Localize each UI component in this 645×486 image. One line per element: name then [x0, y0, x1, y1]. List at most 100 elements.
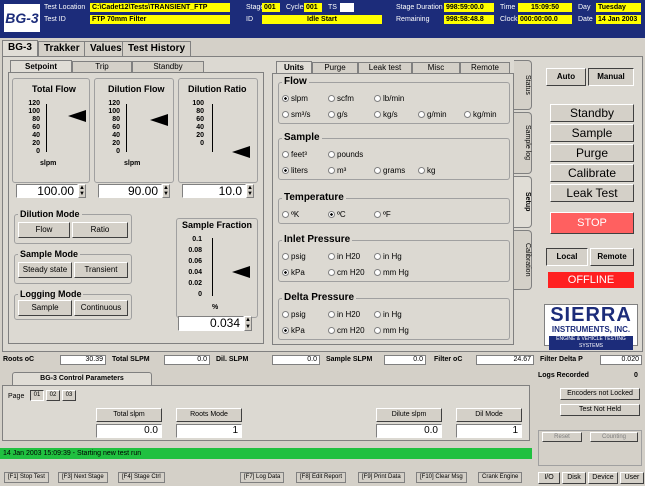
time-value: 15:09:50	[518, 3, 572, 12]
dilution-mode-flow-button[interactable]: Flow	[18, 222, 70, 238]
page-01-button[interactable]: 01	[30, 390, 44, 401]
sample-mode-transient-button[interactable]: Transient	[74, 262, 128, 278]
radio-delta-mmhg[interactable]: mm Hg	[374, 326, 409, 335]
status-message-bar: 14 Jan 2003 15:09:39 - Starting new test…	[0, 448, 532, 459]
counting-button[interactable]: Counting	[590, 432, 638, 442]
device-button[interactable]: Device	[588, 472, 618, 484]
page-03-button[interactable]: 03	[62, 390, 76, 401]
radio-delta-cmh2o[interactable]: cm H20	[328, 326, 365, 335]
sample-mode-steady-button[interactable]: Steady state	[18, 262, 72, 278]
sample-fraction-pointer[interactable]	[232, 266, 250, 278]
auto-button[interactable]: Auto	[546, 68, 586, 86]
tab-bg3[interactable]: BG-3	[2, 40, 38, 56]
sample-button[interactable]: Sample	[550, 124, 634, 142]
fkey-clear-msg[interactable]: [F10] Clear Msg	[416, 472, 467, 483]
roots-mode-param-value[interactable]: 1	[176, 424, 242, 438]
dilution-flow-spinner[interactable]: ▲ ▼	[162, 184, 170, 198]
radio-flow-sm3s[interactable]: sm³/s	[282, 110, 311, 119]
fkey-stage-ctrl[interactable]: [F4] Stage Ctrl	[118, 472, 165, 483]
encoders-button[interactable]: Encoders not Locked	[560, 388, 640, 400]
radio-temp-c[interactable]: ºC	[328, 210, 346, 219]
radio-delta-kpa[interactable]: kPa	[282, 326, 305, 335]
radio-flow-gmin[interactable]: g/min	[418, 110, 447, 119]
radio-flow-slpm[interactable]: slpm	[282, 94, 308, 103]
radio-sample-grams[interactable]: grams	[374, 166, 405, 175]
radio-delta-inhg[interactable]: in Hg	[374, 310, 402, 319]
dilute-slpm-param-button[interactable]: Dilute slpm	[376, 408, 442, 422]
total-flow-spinner[interactable]: ▲ ▼	[78, 184, 86, 198]
radio-flow-kgs[interactable]: kg/s	[374, 110, 398, 119]
dilute-slpm-param-value[interactable]: 0.0	[376, 424, 442, 438]
radio-inlet-mmhg[interactable]: mm Hg	[374, 268, 409, 277]
sample-fraction-spinner[interactable]: ▲ ▼	[244, 316, 252, 331]
radio-inlet-inhg[interactable]: in Hg	[374, 252, 402, 261]
dilution-ratio-spinner[interactable]: ▲ ▼	[246, 184, 254, 198]
radio-sample-kg[interactable]: kg	[418, 166, 435, 175]
radio-sample-pounds[interactable]: pounds	[328, 150, 363, 159]
tab-status[interactable]: Status	[514, 60, 532, 110]
dilution-ratio-input[interactable]: 10.0	[182, 184, 246, 198]
manual-button[interactable]: Manual	[588, 68, 634, 86]
crank-engine-button[interactable]: Crank Engine	[478, 472, 523, 483]
total-flow-pointer[interactable]	[68, 110, 86, 122]
stage-value: 001	[262, 3, 280, 12]
logging-mode-sample-button[interactable]: Sample	[18, 300, 72, 316]
test-held-button[interactable]: Test Not Held	[560, 404, 640, 416]
radio-inlet-psig[interactable]: psig	[282, 252, 306, 261]
local-button[interactable]: Local	[546, 248, 588, 266]
radio-inlet-cmh2o[interactable]: cm H20	[328, 268, 365, 277]
radio-flow-gs[interactable]: g/s	[328, 110, 348, 119]
fkey-stop-test[interactable]: [F1] Stop Test	[4, 472, 49, 483]
dilution-flow-input[interactable]: 90.00	[98, 184, 162, 198]
flow-units-title: Flow	[282, 76, 309, 87]
roots-mode-param-button[interactable]: Roots Mode	[176, 408, 242, 422]
reset-button[interactable]: Reset	[542, 432, 582, 442]
stop-button[interactable]: STOP	[550, 212, 634, 234]
calibrate-button[interactable]: Calibrate	[550, 164, 634, 182]
total-slpm-param-button[interactable]: Total slpm	[96, 408, 162, 422]
sample-fraction-input[interactable]: 0.034	[178, 316, 244, 331]
radio-temp-k[interactable]: ºK	[282, 210, 299, 219]
dilution-ratio-pointer[interactable]	[232, 146, 250, 158]
tab-sample-log[interactable]: Sample log	[514, 112, 532, 174]
user-button[interactable]: User	[620, 472, 644, 484]
radio-delta-psig[interactable]: psig	[282, 310, 306, 319]
total-slpm-param-value[interactable]: 0.0	[96, 424, 162, 438]
tab-setup[interactable]: Setup	[514, 176, 532, 228]
tab-test-history[interactable]: Test History	[122, 41, 192, 57]
tab-control-parameters[interactable]: BG-3 Control Parameters	[12, 372, 152, 386]
purge-button[interactable]: Purge	[550, 144, 634, 162]
radio-flow-lbmin[interactable]: lb/min	[374, 94, 404, 103]
disk-button[interactable]: Disk	[562, 472, 586, 484]
radio-sample-feet3[interactable]: feet³	[282, 150, 307, 159]
dil-mode-param-button[interactable]: Dil Mode	[456, 408, 522, 422]
fkey-log-data[interactable]: [F7] Log Data	[240, 472, 285, 483]
control-params-panel	[2, 385, 530, 441]
radio-delta-inh2o[interactable]: in H20	[328, 310, 360, 319]
dilution-flow-pointer[interactable]	[150, 114, 168, 126]
radio-temp-f[interactable]: ºF	[374, 210, 391, 219]
tick: 0.04	[188, 269, 202, 276]
total-flow-input[interactable]: 100.00	[16, 184, 78, 198]
standby-button[interactable]: Standby	[550, 104, 634, 122]
fkey-edit-report[interactable]: [F8] Edit Report	[296, 472, 347, 483]
io-button[interactable]: I/O	[538, 472, 560, 484]
page-02-button[interactable]: 02	[46, 390, 60, 401]
radio-flow-scfm[interactable]: scfm	[328, 94, 354, 103]
leak-test-button[interactable]: Leak Test	[550, 184, 634, 202]
fkey-print-data[interactable]: [F9] Print Data	[358, 472, 405, 483]
dilution-mode-ratio-button[interactable]: Ratio	[72, 222, 128, 238]
radio-sample-liters[interactable]: liters	[282, 166, 308, 175]
radio-flow-kgmin[interactable]: kg/min	[464, 110, 497, 119]
radio-sample-m3[interactable]: m³	[328, 166, 346, 175]
remote-button[interactable]: Remote	[590, 248, 634, 266]
total-flow-scale	[46, 104, 47, 152]
dil-mode-param-value[interactable]: 1	[456, 424, 522, 438]
logging-mode-continuous-button[interactable]: Continuous	[74, 300, 128, 316]
radio-inlet-kpa[interactable]: kPa	[282, 268, 305, 277]
tab-trakker[interactable]: Trakker	[38, 41, 86, 57]
fkey-next-stage[interactable]: [F3] Next Stage	[58, 472, 108, 483]
radio-label: slpm	[291, 94, 308, 103]
radio-inlet-inh2o[interactable]: in H20	[328, 252, 360, 261]
tab-calibration[interactable]: Calibration	[514, 230, 532, 290]
